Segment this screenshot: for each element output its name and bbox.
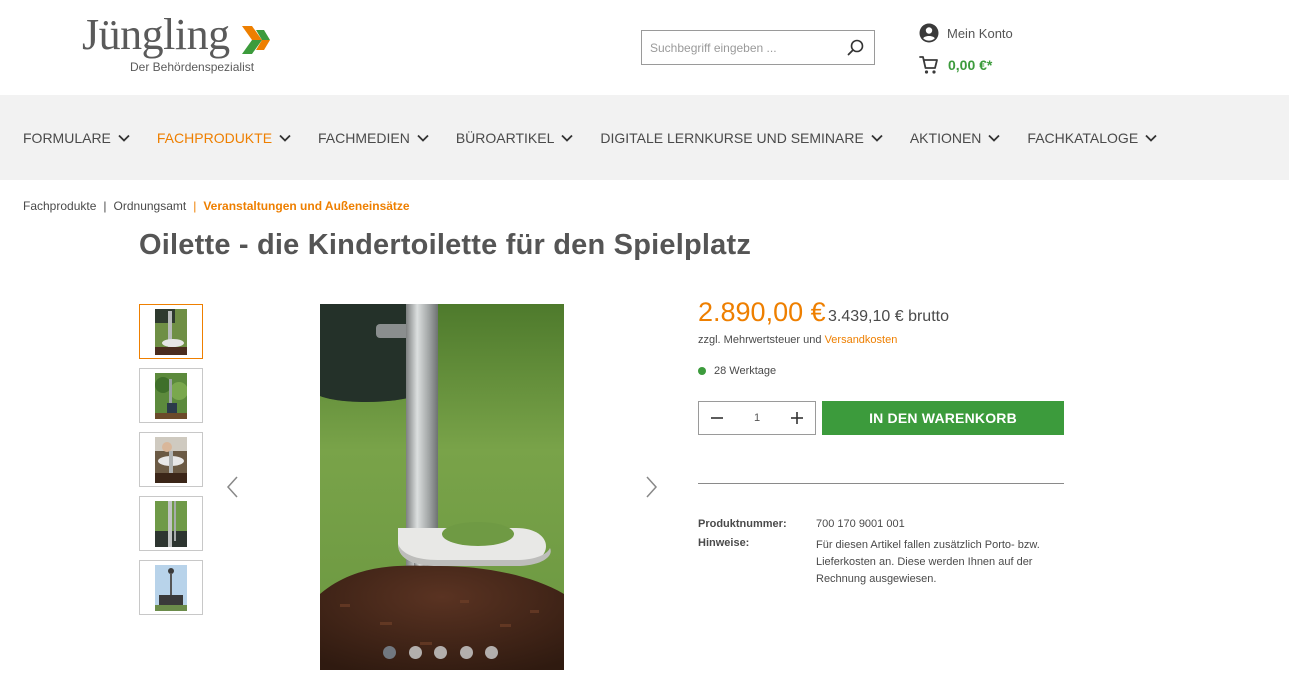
delivery-status-dot [698, 367, 706, 375]
brand-logo[interactable]: Jüngling Der Behördenspezialist [82, 10, 282, 76]
breadcrumb-current[interactable]: Veranstaltungen und Außeneinsätze [203, 199, 409, 213]
thumbnail-image [155, 309, 187, 355]
property-row: Produktnummer: 700 170 9001 001 [698, 517, 1066, 531]
nav-item-label: FACHPRODUKTE [156, 129, 273, 146]
chevron-down-icon [561, 134, 574, 142]
shopping-cart-icon [919, 56, 938, 74]
quantity-stepper [698, 401, 816, 435]
main-navigation: FORMULARE FACHPRODUKTE FACHMEDIEN BÜROAR… [0, 95, 1289, 180]
chevron-down-icon [417, 134, 429, 142]
gallery-dot[interactable] [383, 646, 396, 659]
breadcrumb-item-ordnungsamt[interactable]: Ordnungsamt [114, 199, 187, 213]
minus-icon [711, 417, 723, 419]
breadcrumb-separator: | [193, 199, 197, 213]
nav-item-lernkurse[interactable]: DIGITALE LERNKURSE UND SEMINARE [600, 129, 883, 146]
thumbnail-4[interactable] [139, 496, 203, 551]
search-box [641, 30, 875, 65]
logo-tagline: Der Behördenspezialist [130, 60, 255, 74]
property-value: Für diesen Artikel fallen zusätzlich Por… [816, 539, 1040, 585]
tax-note: zzgl. Mehrwertsteuer und Versandkosten [698, 334, 897, 346]
property-row: Hinweise: Für diesen Artikel fallen zusä… [698, 537, 1066, 588]
product-photo [320, 304, 564, 670]
nav-item-label: FORMULARE [23, 129, 111, 146]
tax-note-text: zzgl. Mehrwertsteuer und [698, 334, 822, 346]
nav-item-label: FACHKATALOGE [1027, 129, 1139, 146]
nav-list: FORMULARE FACHPRODUKTE FACHMEDIEN BÜROAR… [23, 95, 1184, 180]
nav-item-fachmedien[interactable]: FACHMEDIEN [318, 130, 429, 146]
delivery-status: 28 Werktage [698, 365, 776, 377]
thumbnail-2[interactable] [139, 368, 203, 423]
product-properties: Produktnummer: 700 170 9001 001 Hinweise… [698, 517, 1066, 594]
logo-arrow-icon [242, 26, 270, 54]
product-price-gross: 3.439,10 € brutto [828, 308, 949, 325]
delivery-time: 28 Werktage [714, 365, 777, 377]
property-value: 700 170 9001 001 [816, 518, 905, 530]
nav-item-aktionen[interactable]: AKTIONEN [910, 130, 1001, 146]
add-to-cart-button[interactable]: IN DEN WARENKORB [822, 401, 1064, 435]
gallery-next-arrow-icon[interactable] [643, 474, 659, 500]
nav-item-fachprodukte[interactable]: FACHPRODUKTE [157, 130, 291, 146]
chevron-down-icon [1145, 134, 1157, 142]
thumbnail-image [155, 565, 187, 611]
search-input[interactable] [642, 31, 842, 64]
thumbnail-3[interactable] [139, 432, 203, 487]
nav-item-label: DIGITALE LERNKURSE UND SEMINARE [600, 129, 864, 146]
breadcrumb-separator: | [103, 199, 107, 213]
thumbnail-image [155, 501, 187, 547]
logo-wordmark: Jüngling [82, 10, 230, 59]
gallery-dot[interactable] [459, 646, 473, 659]
chevron-down-icon [118, 134, 130, 142]
chevron-down-icon [988, 134, 1001, 142]
quantity-input[interactable] [735, 402, 779, 434]
thumbnail-list [139, 304, 203, 624]
gallery-prev-arrow-icon[interactable] [225, 474, 241, 500]
chevron-down-icon [871, 134, 883, 142]
thumbnail-1[interactable] [139, 304, 203, 359]
account-link[interactable]: Mein Konto [919, 22, 1013, 44]
breadcrumb: Fachprodukte | Ordnungsamt | Veranstaltu… [23, 199, 410, 213]
account-label: Mein Konto [947, 25, 1013, 41]
divider [698, 483, 1064, 484]
product-title: Oilette - die Kindertoilette für den Spi… [139, 229, 752, 261]
user-icon [919, 23, 939, 43]
search-icon[interactable] [846, 38, 866, 58]
quantity-increase-button[interactable] [779, 402, 815, 434]
product-main-image[interactable] [320, 304, 564, 670]
thumbnail-5[interactable] [139, 560, 203, 615]
nav-item-label: BÜROARTIKEL [455, 129, 555, 146]
gallery-dot[interactable] [434, 646, 448, 659]
chevron-down-icon [279, 134, 291, 142]
cart-total: 0,00 €* [948, 57, 993, 73]
add-to-cart-label: IN DEN WARENKORB [869, 410, 1017, 426]
thumbnail-image [155, 373, 187, 419]
plus-icon [791, 412, 803, 424]
product-price: 2.890,00 € [698, 297, 826, 327]
nav-item-fachkataloge[interactable]: FACHKATALOGE [1027, 130, 1157, 146]
cart-link[interactable]: 0,00 €* [919, 54, 992, 76]
quantity-decrease-button[interactable] [699, 402, 735, 434]
gallery-dots [383, 646, 511, 659]
shipping-costs-link[interactable]: Versandkosten [825, 334, 898, 346]
nav-item-formulare[interactable]: FORMULARE [23, 130, 130, 146]
nav-item-bueroartikel[interactable]: BÜROARTIKEL [456, 130, 574, 146]
nav-item-label: FACHMEDIEN [318, 129, 410, 146]
site-header: Jüngling Der Behördenspezialist Mein Kon… [0, 0, 1289, 95]
nav-item-label: AKTIONEN [909, 129, 982, 146]
gallery-dot[interactable] [408, 646, 422, 659]
thumbnail-image [155, 437, 187, 483]
property-key: Hinweise: [698, 537, 750, 549]
gallery-dot[interactable] [485, 646, 499, 659]
breadcrumb-item-fachprodukte[interactable]: Fachprodukte [23, 199, 96, 213]
property-key: Produktnummer: [698, 518, 787, 530]
